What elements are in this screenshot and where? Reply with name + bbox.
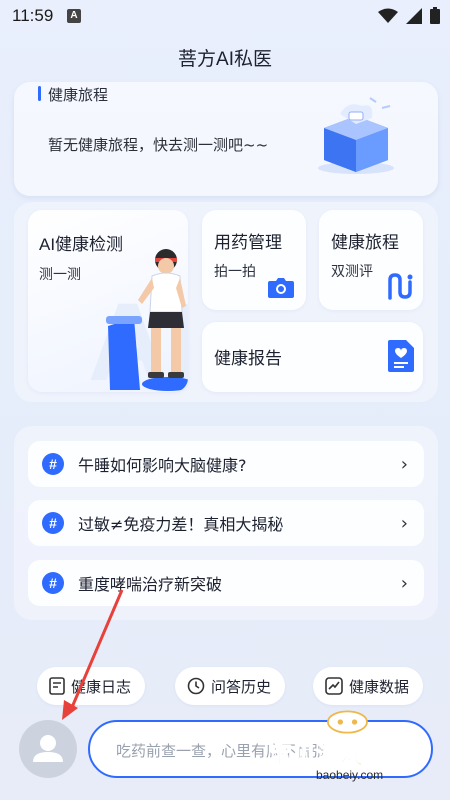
chart-icon	[325, 677, 343, 695]
health-diary-label: 健康日志	[71, 677, 132, 696]
question-text: 重度哮喘治疗新突破	[78, 575, 223, 594]
chevron-right-icon: ›	[400, 453, 408, 475]
battery-icon	[430, 7, 440, 24]
chevron-right-icon: ›	[400, 512, 408, 534]
wifi-icon	[378, 8, 398, 23]
journey-tile-sub: 双测评	[331, 264, 373, 280]
avatar[interactable]	[19, 720, 77, 778]
health-data-label: 健康数据	[349, 677, 410, 696]
journey-empty-text: 暂无健康旅程，快去测一测吧~~	[48, 136, 269, 154]
status-icons	[378, 7, 440, 24]
health-journey-tile[interactable]: 健康旅程 双测评	[319, 210, 423, 310]
medicine-title: 用药管理	[214, 233, 282, 252]
health-diary-chip[interactable]: 健康日志	[37, 667, 146, 705]
report-title: 健康报告	[214, 349, 282, 368]
question-item[interactable]: # 重度哮喘治疗新突破 ›	[28, 560, 424, 606]
ai-health-check-tile[interactable]: AI健康检测 测一测 AI	[28, 210, 188, 392]
health-report-tile[interactable]: 健康报告	[202, 322, 423, 392]
watermark-url: baobeiy.com	[316, 768, 384, 782]
doctor-scale-illustration: AI	[88, 249, 188, 392]
camera-icon	[268, 278, 294, 298]
health-data-chip[interactable]: 健康数据	[313, 667, 424, 705]
qa-history-label: 问答历史	[211, 677, 272, 696]
report-document-icon	[388, 340, 414, 372]
hashtag-icon: #	[42, 512, 64, 534]
question-item[interactable]: # 午睡如何影响大脑健康? ›	[28, 441, 424, 487]
qa-history-chip[interactable]: 问答历史	[175, 667, 286, 705]
question-text: 午睡如何影响大脑健康?	[78, 456, 247, 475]
journey-path-icon	[388, 273, 413, 300]
diary-icon	[49, 677, 65, 695]
status-time: 11:59	[12, 6, 54, 25]
hashtag-icon: #	[42, 453, 64, 475]
notification-icon: A	[67, 9, 81, 23]
signal-icon	[406, 7, 422, 24]
section-marker	[38, 86, 41, 101]
ai-check-sub: 测一测	[39, 267, 81, 283]
journey-title: 健康旅程	[48, 86, 109, 104]
empty-box-icon	[318, 97, 394, 174]
clock-icon	[187, 677, 205, 695]
hashtag-icon: #	[42, 572, 64, 594]
journey-card[interactable]: 健康旅程 暂无健康旅程，快去测一测吧~~	[14, 82, 438, 196]
medicine-sub: 拍一拍	[214, 264, 256, 280]
app-title: 菩方AI私医	[178, 49, 272, 70]
user-icon	[33, 735, 63, 762]
journey-tile-title: 健康旅程	[331, 233, 399, 252]
question-text: 过敏≠免疫力差！真相大揭秘	[78, 515, 284, 534]
medicine-management-tile[interactable]: 用药管理 拍一拍	[202, 210, 306, 310]
question-item[interactable]: # 过敏≠免疫力差！真相大揭秘 ›	[28, 500, 424, 546]
chevron-right-icon: ›	[400, 572, 408, 594]
watermark-text: 宝贝游戏网	[268, 742, 389, 770]
status-bar: 11:59 A	[0, 0, 450, 32]
